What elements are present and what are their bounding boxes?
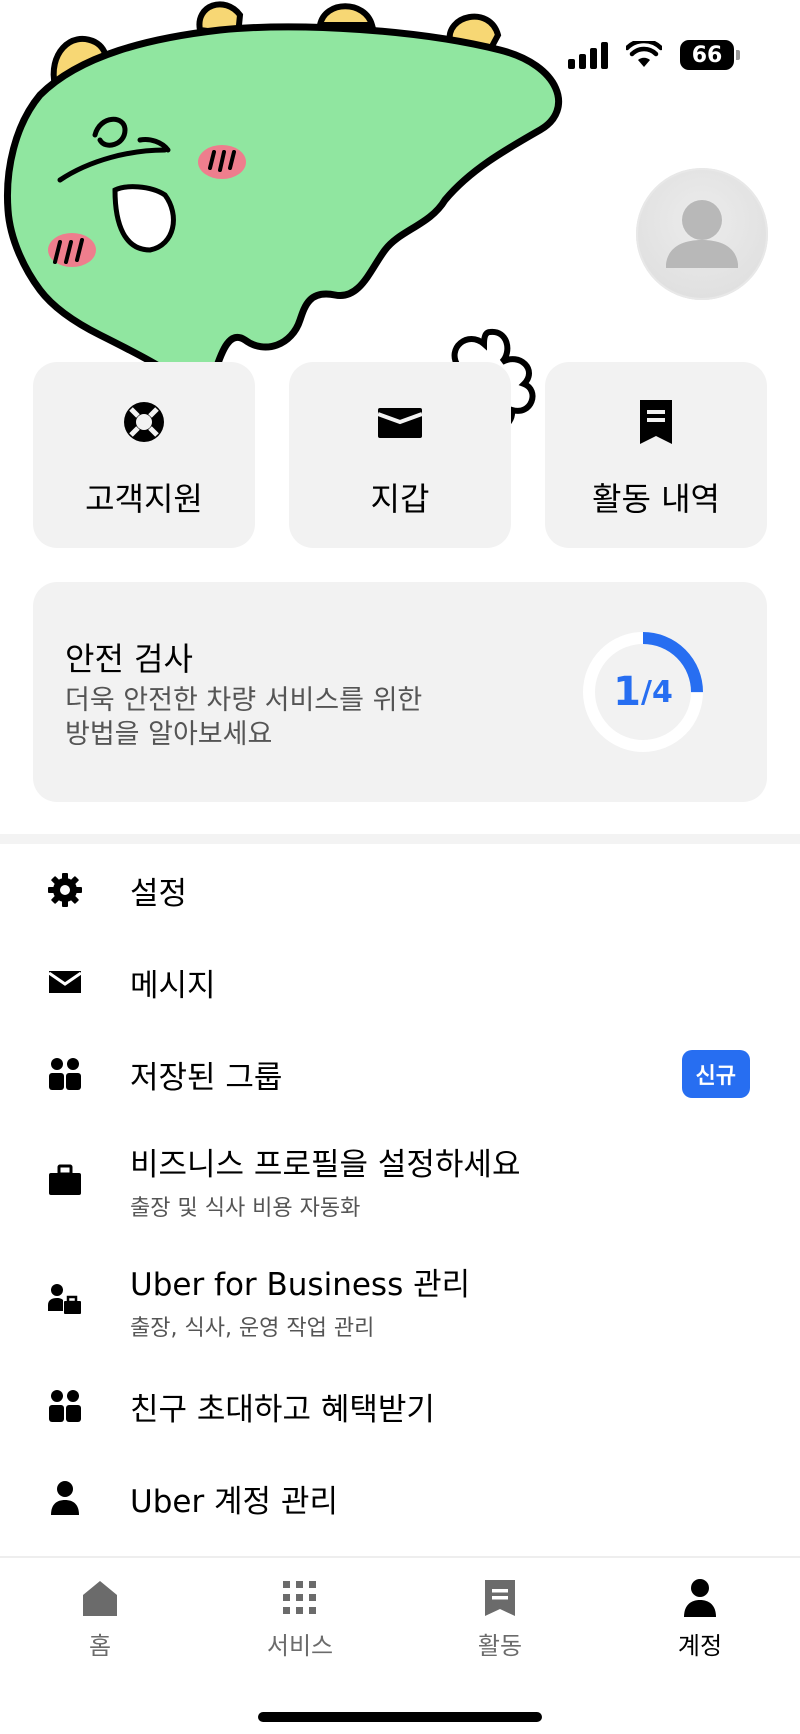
- person-icon: [51, 1481, 79, 1515]
- safety-progress-ring: 1/4: [581, 630, 705, 754]
- safety-progress-text: 1/4: [581, 630, 705, 754]
- receipt-icon: [640, 400, 672, 444]
- help-tile[interactable]: 고객지원: [33, 362, 255, 548]
- safety-progress-current: 1: [613, 669, 641, 715]
- receipt-icon: [485, 1580, 515, 1616]
- menu-text-messages: 메시지: [130, 960, 216, 1005]
- wallet-tile[interactable]: 지갑: [289, 362, 511, 548]
- menu-item-business-profile[interactable]: 비즈니스 프로필을 설정하세요 출장 및 식사 비용 자동화: [0, 1120, 800, 1240]
- home-indicator[interactable]: [258, 1712, 542, 1722]
- new-badge: 신규: [681, 1050, 750, 1098]
- status-bar: 9:23 66: [0, 0, 800, 120]
- nav-account-label: 계정: [677, 1632, 723, 1660]
- menu-text-manage-account: Uber 계정 관리: [130, 1476, 338, 1521]
- nav-home-label: 홈: [88, 1632, 112, 1660]
- wallet-tile-label: 지갑: [370, 480, 430, 518]
- nav-account[interactable]: 계정: [640, 1578, 760, 1661]
- menu-text-settings: 설정: [130, 868, 187, 913]
- menu-text-saved-groups: 저장된 그룹: [130, 1052, 282, 1097]
- menu-label: 친구 초대하고 혜택받기: [130, 1391, 435, 1428]
- activity-tile-label: 활동 내역: [592, 480, 720, 518]
- bottom-navigation: 홈 서비스 활동 계정: [0, 1556, 800, 1734]
- menu-item-messages[interactable]: 메시지: [0, 936, 800, 1028]
- lifebuoy-icon: [124, 402, 164, 442]
- nav-activity-label: 활동: [477, 1632, 523, 1660]
- menu-item-settings[interactable]: 설정: [0, 844, 800, 936]
- menu-sublabel: 출장 및 식사 비용 자동화: [130, 1195, 361, 1221]
- grid-icon: [283, 1581, 316, 1614]
- menu-label: 비즈니스 프로필을 설정하세요: [130, 1146, 521, 1183]
- home-icon: [83, 1581, 117, 1616]
- person-icon: [684, 1579, 716, 1617]
- group-icon: [49, 1058, 81, 1090]
- nav-services[interactable]: 서비스: [240, 1578, 360, 1661]
- menu-label: 설정: [130, 875, 188, 912]
- account-menu: 설정 메시지 저장된 그룹 신규 비즈니스 프로필을 설정하세요 출장 및 식사…: [0, 844, 800, 1544]
- status-time: 9:23: [118, 40, 203, 80]
- menu-label: Uber for Business 관리: [130, 1266, 471, 1303]
- safety-check-description: 더욱 안전한 차량 서비스를 위한 방법을 알아보세요: [65, 685, 423, 750]
- envelope-icon: [48, 971, 82, 993]
- cellular-signal-icon: [568, 41, 608, 69]
- quick-actions: 고객지원 지갑 활동 내역: [33, 362, 767, 548]
- gear-icon: [48, 873, 82, 907]
- menu-label: Uber 계정 관리: [130, 1483, 338, 1520]
- status-indicators: 66: [568, 40, 740, 70]
- help-tile-label: 고객지원: [85, 480, 203, 518]
- wallet-icon: [377, 408, 423, 438]
- briefcase-icon: [49, 1164, 81, 1195]
- profile-avatar[interactable]: [636, 168, 768, 300]
- business-person-icon: [48, 1284, 81, 1314]
- menu-text-invite-friends: 친구 초대하고 혜택받기: [130, 1384, 435, 1429]
- safety-check-title: 안전 검사: [65, 640, 193, 678]
- nav-home[interactable]: 홈: [40, 1578, 160, 1661]
- battery-indicator: 66: [680, 40, 740, 70]
- activity-tile[interactable]: 활동 내역: [545, 362, 767, 548]
- menu-item-uber-for-business[interactable]: Uber for Business 관리 출장, 식사, 운영 작업 관리: [0, 1240, 800, 1360]
- safety-progress-total: /4: [641, 674, 673, 710]
- nav-activity[interactable]: 활동: [440, 1578, 560, 1661]
- menu-item-manage-account[interactable]: Uber 계정 관리: [0, 1452, 800, 1544]
- menu-item-saved-groups[interactable]: 저장된 그룹 신규: [0, 1028, 800, 1120]
- menu-label: 저장된 그룹: [130, 1059, 283, 1096]
- safety-check-card[interactable]: 안전 검사 더욱 안전한 차량 서비스를 위한 방법을 알아보세요 1/4: [33, 582, 767, 802]
- menu-text-business-profile: 비즈니스 프로필을 설정하세요 출장 및 식사 비용 자동화: [130, 1139, 520, 1222]
- menu-label: 메시지: [130, 967, 216, 1004]
- wifi-icon: [626, 41, 662, 67]
- menu-text-uber-for-business: Uber for Business 관리 출장, 식사, 운영 작업 관리: [130, 1259, 470, 1342]
- menu-sublabel: 출장, 식사, 운영 작업 관리: [130, 1315, 375, 1341]
- menu-item-invite-friends[interactable]: 친구 초대하고 혜택받기: [0, 1360, 800, 1452]
- section-divider: [0, 834, 800, 844]
- group-icon: [49, 1390, 81, 1422]
- nav-services-label: 서비스: [266, 1632, 334, 1660]
- person-silhouette-icon: [666, 200, 738, 268]
